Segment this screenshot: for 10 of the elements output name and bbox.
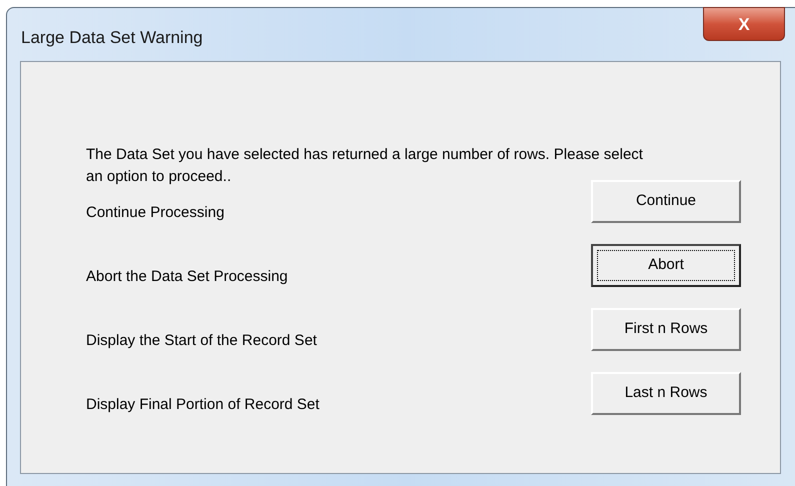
option-label: Abort the Data Set Processing [86,268,288,287]
option-label: Display the Start of the Record Set [86,332,317,351]
option-button[interactable]: Continue [591,180,741,223]
window-title: Large Data Set Warning [21,27,203,49]
option-label: Continue Processing [86,204,224,223]
close-button[interactable]: X [703,7,785,41]
option-button[interactable]: Abort [591,244,741,287]
option-label: Display Final Portion of Record Set [86,396,320,415]
option-button[interactable]: First n Rows [591,308,741,351]
option-button[interactable]: Last n Rows [591,372,741,415]
